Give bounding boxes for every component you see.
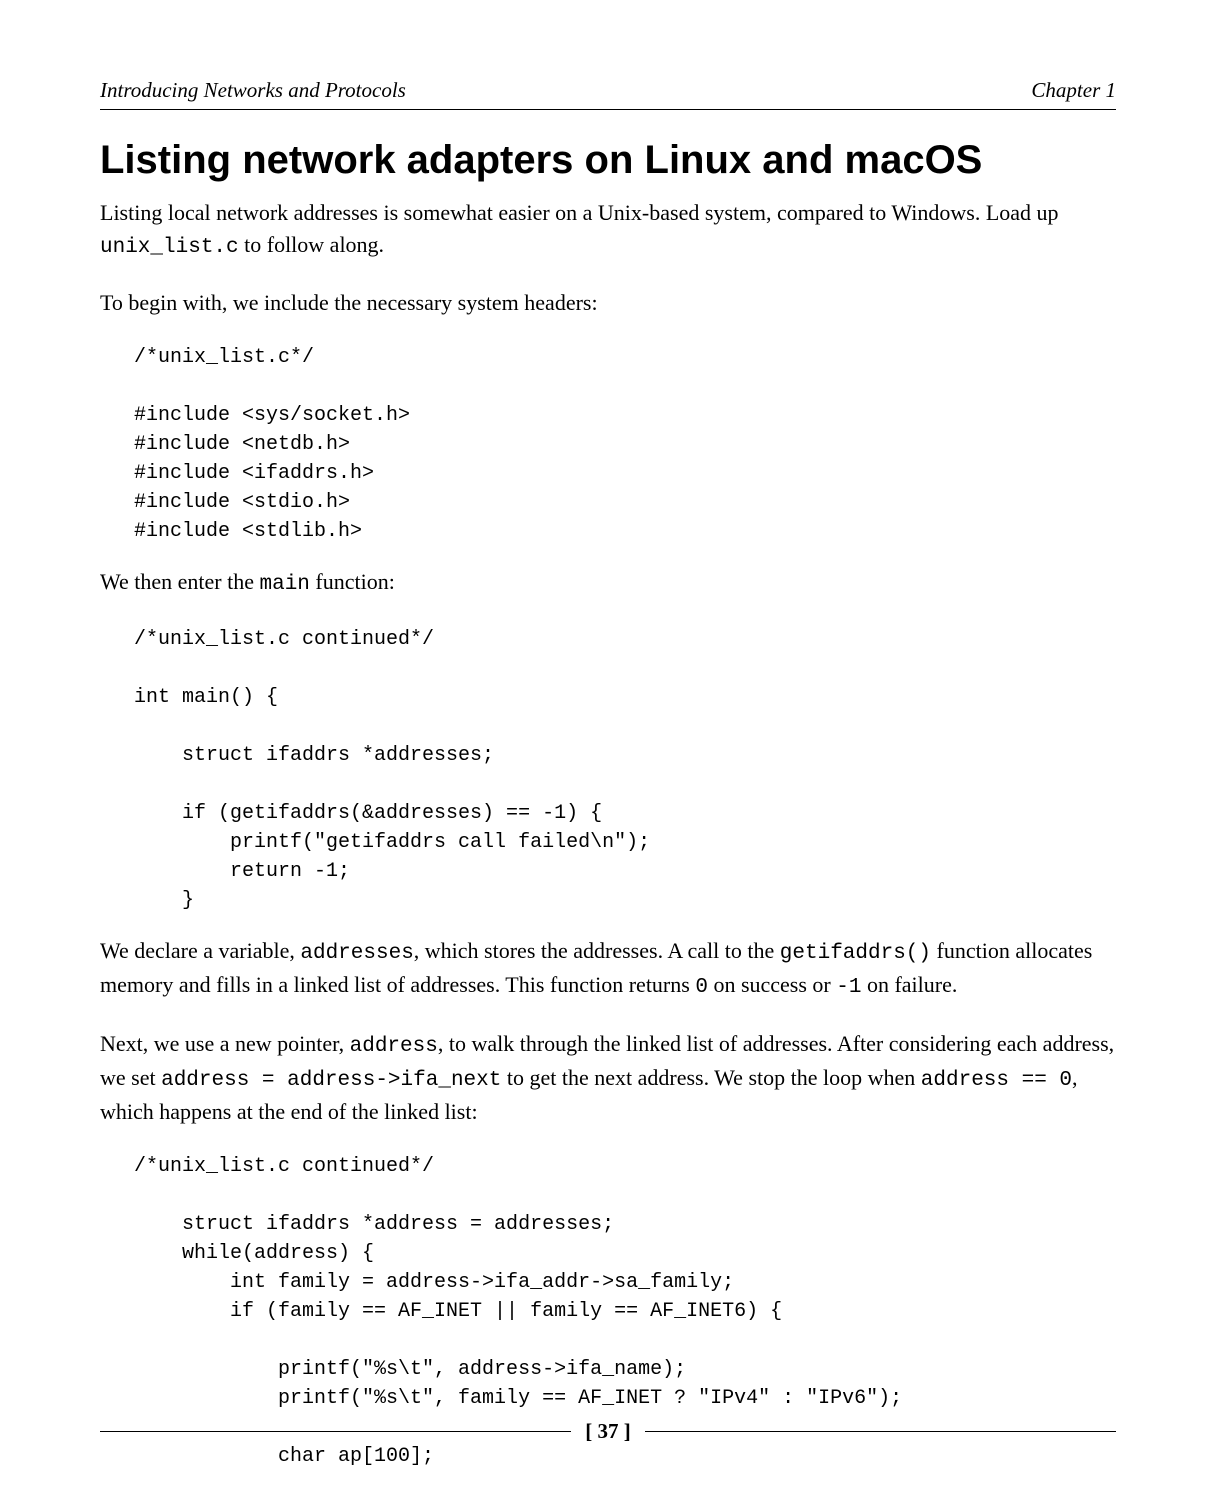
para5-text-a: Next, we use a new pointer, [100,1031,350,1056]
para4-text-b: , which stores the addresses. A call to … [414,938,780,963]
paragraph-4: We declare a variable, addresses, which … [100,935,1116,1004]
inline-code-zero: 0 [695,976,708,999]
para1-text-b: to follow along. [239,232,384,257]
code-block-2: /*unix_list.c continued*/ int main() { s… [134,625,1116,915]
inline-code-main: main [260,573,310,596]
intro-paragraph-2: To begin with, we include the necessary … [100,287,1116,319]
running-header: Introducing Networks and Protocols Chapt… [100,78,1116,110]
inline-code-ifanext: address = address->ifa_next [161,1069,501,1092]
code-block-1: /*unix_list.c*/ #include <sys/socket.h> … [134,343,1116,546]
para3-text-b: function: [310,569,395,594]
section-title: Listing network adapters on Linux and ma… [100,138,1116,183]
page-number: [ 37 ] [571,1419,645,1444]
inline-code-address-eq-zero: address == 0 [921,1069,1072,1092]
header-left: Introducing Networks and Protocols [100,78,406,103]
para4-text-a: We declare a variable, [100,938,300,963]
inline-code-filename: unix_list.c [100,236,239,259]
para5-text-c: to get the next address. We stop the loo… [501,1065,920,1090]
footer-rule-right [645,1431,1116,1432]
para1-text-a: Listing local network addresses is somew… [100,200,1059,225]
inline-code-getifaddrs: getifaddrs() [780,942,931,965]
inline-code-address: address [350,1035,438,1058]
paragraph-3: We then enter the main function: [100,566,1116,600]
para4-text-e: on failure. [861,972,957,997]
para3-text-a: We then enter the [100,569,260,594]
page: Introducing Networks and Protocols Chapt… [0,0,1216,1500]
inline-code-addresses: addresses [300,942,413,965]
para4-text-d: on success or [708,972,836,997]
intro-paragraph-1: Listing local network addresses is somew… [100,197,1116,263]
inline-code-neg1: -1 [836,976,861,999]
page-footer: [ 37 ] [100,1419,1116,1444]
footer-rule-left [100,1431,571,1432]
header-right: Chapter 1 [1031,78,1116,103]
paragraph-5: Next, we use a new pointer, address, to … [100,1028,1116,1129]
